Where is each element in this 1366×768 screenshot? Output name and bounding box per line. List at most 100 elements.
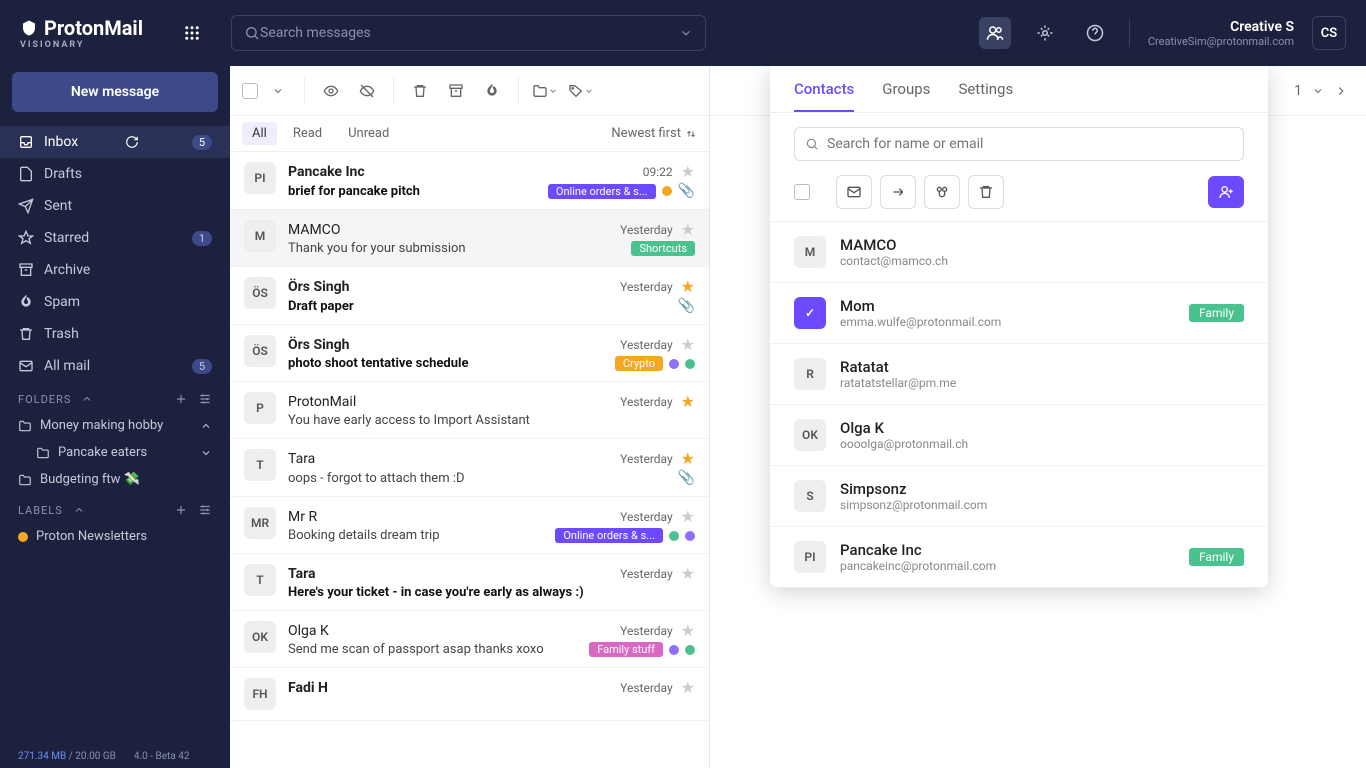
contact-row[interactable]: M MAMCO contact@mamco.ch	[770, 222, 1268, 283]
sidebar-item-starred[interactable]: Starred1	[0, 222, 230, 254]
contact-row[interactable]: ✓ Mom emma.wulfe@protonmail.com Family	[770, 283, 1268, 344]
message-subject: You have early access to Import Assistan…	[288, 413, 695, 428]
contact-avatar[interactable]: M	[794, 236, 826, 268]
contact-row[interactable]: S Simpsonz simpsonz@protonmail.com	[770, 466, 1268, 527]
sidebar-item-trash[interactable]: Trash	[0, 318, 230, 350]
sidebar-item-spam[interactable]: Spam	[0, 286, 230, 318]
contacts-select-all[interactable]	[794, 184, 810, 200]
plus-icon[interactable]	[174, 503, 188, 517]
star-icon[interactable]: ★	[681, 392, 695, 411]
sidebar-item-allmail[interactable]: All mail5	[0, 350, 230, 382]
folder-pancake[interactable]: Pancake eaters	[0, 439, 230, 466]
forward-icon[interactable]	[880, 175, 916, 209]
message-row[interactable]: FH Fadi H Yesterday ★	[230, 668, 709, 721]
help-icon[interactable]	[1079, 17, 1111, 49]
chevron-down-icon[interactable]	[200, 447, 212, 459]
chevron-down-icon[interactable]	[1312, 85, 1324, 97]
message-row[interactable]: P ProtonMail Yesterday ★ You have early …	[230, 382, 709, 439]
gear-icon[interactable]	[1029, 17, 1061, 49]
message-row[interactable]: T Tara Yesterday ★ oops - forgot to atta…	[230, 439, 709, 497]
tab-settings[interactable]: Settings	[958, 80, 1013, 112]
contact-avatar[interactable]: ✓	[794, 297, 826, 329]
message-row[interactable]: ÖS Örs Singh Yesterday ★ photo shoot ten…	[230, 325, 709, 382]
plus-icon[interactable]	[174, 392, 188, 406]
move-folder-icon[interactable]	[529, 75, 561, 107]
chevron-up-icon[interactable]	[81, 393, 93, 405]
sidebar-item-drafts[interactable]: Drafts	[0, 158, 230, 190]
star-icon[interactable]: ★	[681, 621, 695, 640]
search-bar[interactable]	[231, 15, 706, 51]
message-row[interactable]: T Tara Yesterday ★ Here's your ticket - …	[230, 554, 709, 611]
refresh-icon[interactable]	[125, 135, 139, 149]
tab-contacts[interactable]: Contacts	[794, 80, 854, 112]
read-icon[interactable]	[315, 75, 347, 107]
archive-icon[interactable]	[440, 75, 472, 107]
label-newsletters[interactable]: Proton Newsletters	[0, 523, 230, 550]
tab-groups[interactable]: Groups	[882, 80, 930, 112]
sliders-icon[interactable]	[198, 503, 212, 517]
search-icon	[805, 137, 819, 151]
merge-icon[interactable]	[924, 175, 960, 209]
unread-icon[interactable]	[351, 75, 383, 107]
message-row[interactable]: ÖS Örs Singh Yesterday ★ Draft paper📎	[230, 267, 709, 325]
contact-avatar[interactable]: OK	[794, 419, 826, 451]
filter-read[interactable]: Read	[283, 122, 332, 145]
message-tag: Crypto	[615, 356, 663, 371]
trash-icon[interactable]	[404, 75, 436, 107]
star-icon	[18, 230, 34, 246]
message-row[interactable]: M MAMCO Yesterday ★ Thank you for your s…	[230, 210, 709, 267]
delete-contact-icon[interactable]	[968, 175, 1004, 209]
label-icon[interactable]	[565, 75, 597, 107]
contacts-icon[interactable]	[979, 17, 1011, 49]
chevron-up-icon[interactable]	[73, 504, 85, 516]
contact-row[interactable]: R Ratatat ratatatstellar@pm.me	[770, 344, 1268, 405]
chevron-down-icon[interactable]	[262, 75, 294, 107]
star-icon[interactable]: ★	[681, 564, 695, 583]
search-input[interactable]	[260, 25, 679, 41]
sidebar-item-sent[interactable]: Sent	[0, 190, 230, 222]
contact-avatar[interactable]: S	[794, 480, 826, 512]
spam-icon[interactable]	[476, 75, 508, 107]
filter-all[interactable]: All	[242, 122, 277, 145]
message-row[interactable]: MR Mr R Yesterday ★ Booking details drea…	[230, 497, 709, 554]
contact-avatar[interactable]: R	[794, 358, 826, 390]
star-icon[interactable]: ★	[681, 335, 695, 354]
contacts-panel: Contacts Groups Settings M MAMCO contact…	[770, 66, 1268, 588]
contact-row[interactable]: PI Pancake Inc pancakeinc@protonmail.com…	[770, 527, 1268, 588]
contact-email: pancakeinc@protonmail.com	[840, 559, 996, 573]
star-icon[interactable]: ★	[681, 162, 695, 181]
contacts-search-input[interactable]	[827, 136, 1233, 152]
add-contact-button[interactable]	[1208, 176, 1244, 208]
new-message-button[interactable]: New message	[12, 72, 218, 112]
star-icon[interactable]: ★	[681, 507, 695, 526]
star-icon[interactable]: ★	[681, 449, 695, 468]
star-icon[interactable]: ★	[681, 678, 695, 697]
label-dot	[669, 531, 679, 541]
chevron-up-icon[interactable]	[200, 420, 212, 432]
shield-icon	[20, 19, 38, 37]
compose-to-icon[interactable]	[836, 175, 872, 209]
contact-row[interactable]: OK Olga K oooolga@protonmail.ch	[770, 405, 1268, 466]
filter-unread[interactable]: Unread	[338, 122, 399, 145]
apps-icon[interactable]	[183, 24, 201, 42]
star-icon[interactable]: ★	[681, 220, 695, 239]
sidebar-item-inbox[interactable]: Inbox 5	[0, 126, 230, 158]
message-row[interactable]: OK Olga K Yesterday ★ Send me scan of pa…	[230, 611, 709, 668]
star-icon[interactable]: ★	[681, 277, 695, 296]
sort-button[interactable]: Newest first	[611, 126, 697, 141]
folder-money[interactable]: Money making hobby	[0, 412, 230, 439]
contacts-search[interactable]	[794, 127, 1244, 161]
contact-name: Simpsonz	[840, 480, 987, 498]
sliders-icon[interactable]	[198, 392, 212, 406]
chevron-down-icon[interactable]	[679, 26, 693, 40]
avatar[interactable]: CS	[1312, 16, 1346, 50]
account-info[interactable]: Creative S CreativeSim@protonmail.com	[1148, 19, 1294, 48]
sidebar-item-archive[interactable]: Archive	[0, 254, 230, 286]
message-time: Yesterday	[620, 510, 673, 524]
page-number: 1	[1294, 83, 1302, 99]
chevron-right-icon[interactable]	[1334, 84, 1348, 98]
contact-avatar[interactable]: PI	[794, 541, 826, 573]
folder-budget[interactable]: Budgeting ftw 💸	[0, 466, 230, 493]
message-row[interactable]: PI Pancake Inc 09:22 ★ brief for pancake…	[230, 152, 709, 210]
select-all-checkbox[interactable]	[242, 83, 258, 99]
